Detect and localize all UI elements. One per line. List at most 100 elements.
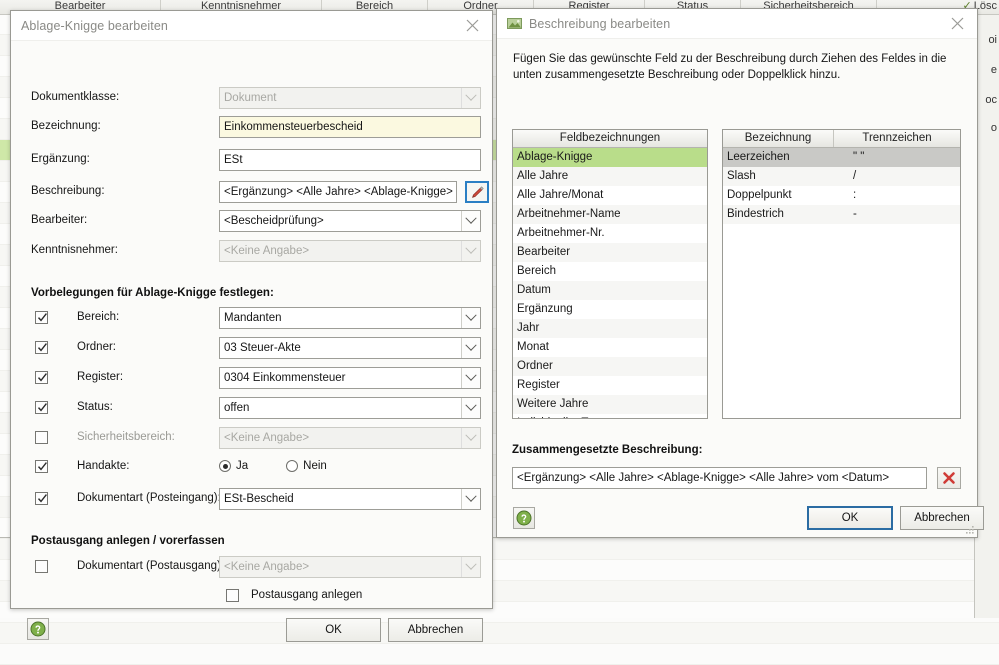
preset-checkbox-3[interactable]	[35, 401, 48, 414]
preset-checkbox-5[interactable]	[35, 460, 48, 473]
cancel-button[interactable]: Abbrechen	[388, 618, 483, 642]
help-button[interactable]	[513, 507, 535, 529]
separator-row[interactable]: Slash /	[723, 167, 960, 186]
chevron-down-icon[interactable]	[461, 241, 480, 261]
chevron-down-icon[interactable]	[461, 557, 480, 577]
separator-char: " "	[853, 151, 865, 163]
preset-checkbox-1[interactable]	[35, 341, 48, 354]
radio-icon-nein	[286, 460, 299, 472]
outbox-doctype-value: <Keine Angabe>	[224, 561, 310, 573]
preset-label-4: Sicherheitsbereich:	[77, 431, 175, 443]
field-list-item[interactable]: Ordner	[513, 357, 707, 376]
preset-combo-6[interactable]: ESt-Bescheid	[219, 488, 481, 510]
field-label-1: Bezeichnung:	[31, 120, 101, 132]
preset-value-1: 03 Steuer-Akte	[224, 342, 301, 354]
separators-header: Bezeichnung Trennzeichen	[723, 130, 960, 148]
ok-button[interactable]: OK	[286, 618, 381, 642]
preset-label-6: Dokumentart (Posteingang):	[77, 492, 221, 504]
resize-grip[interactable]	[964, 524, 975, 535]
separator-row[interactable]: Bindestrich -	[723, 205, 960, 224]
instruction-text: Fügen Sie das gewünschte Feld zu der Bes…	[513, 53, 947, 81]
edit-description-button[interactable]	[465, 181, 489, 203]
field-list-item[interactable]: Weitere Jahre	[513, 395, 707, 414]
preset-checkbox-2[interactable]	[35, 371, 48, 384]
help-button[interactable]	[27, 618, 49, 640]
preset-combo-0[interactable]: Mandanten	[219, 307, 481, 329]
close-icon[interactable]	[937, 9, 977, 37]
field-input-0[interactable]: Dokument	[219, 87, 481, 109]
close-icon[interactable]	[452, 11, 492, 39]
chevron-down-icon[interactable]	[461, 489, 480, 509]
preset-combo-4[interactable]: <Keine Angabe>	[219, 427, 481, 449]
outbox-section-heading: Postausgang anlegen / vorerfassen	[31, 535, 225, 547]
handakte-radio-group: Ja Nein	[219, 460, 327, 472]
field-input-5[interactable]: <Keine Angabe>	[219, 240, 481, 262]
create-outbox-checkbox[interactable]	[226, 589, 239, 602]
description-icon	[507, 16, 523, 31]
preset-value-0: Mandanten	[224, 312, 282, 324]
clear-description-button[interactable]	[937, 467, 961, 489]
preset-label-1: Ordner:	[77, 341, 116, 353]
field-list-item[interactable]: Alle Jahre/Monat	[513, 186, 707, 205]
chevron-down-icon[interactable]	[461, 428, 480, 448]
field-list-item[interactable]: Arbeitnehmer-Nr.	[513, 224, 707, 243]
background-text-fragment: e	[990, 64, 997, 76]
field-value-2: ESt	[224, 154, 243, 166]
field-label-3: Beschreibung:	[31, 185, 105, 197]
separator-char: -	[853, 208, 857, 220]
composite-description-label: Zusammengesetzte Beschreibung:	[512, 444, 703, 456]
field-list-item[interactable]: Bereich	[513, 262, 707, 281]
preset-combo-2[interactable]: 0304 Einkommensteuer	[219, 367, 481, 389]
preset-combo-3[interactable]: offen	[219, 397, 481, 419]
preset-label-3: Status:	[77, 401, 113, 413]
field-list-item[interactable]: Alle Jahre	[513, 167, 707, 186]
separator-name: Doppelpunkt	[727, 189, 792, 201]
chevron-down-icon[interactable]	[461, 398, 480, 418]
preset-combo-1[interactable]: 03 Steuer-Akte	[219, 337, 481, 359]
field-list-item[interactable]: Jahr	[513, 319, 707, 338]
radio-option-ja[interactable]: Ja	[219, 460, 248, 472]
field-list-item[interactable]: Ablage-Knigge	[513, 148, 707, 167]
field-input-1[interactable]: Einkommensteuerbescheid	[219, 116, 481, 138]
field-input-3[interactable]: <Ergänzung> <Alle Jahre> <Ablage-Knigge>…	[219, 181, 457, 203]
field-value-0: Dokument	[224, 92, 277, 104]
outbox-doctype-combo[interactable]: <Keine Angabe>	[219, 556, 481, 578]
field-list-item[interactable]: Individueller Text ...	[513, 414, 707, 418]
field-list-item[interactable]: Bearbeiter	[513, 243, 707, 262]
chevron-down-icon[interactable]	[461, 338, 480, 358]
background-row[interactable]	[0, 623, 999, 644]
composite-description-value: <Ergänzung> <Alle Jahre> <Ablage-Knigge>…	[517, 472, 890, 484]
chevron-down-icon[interactable]	[461, 211, 480, 231]
preset-checkbox-6[interactable]	[35, 492, 48, 505]
field-names-listbox[interactable]: Feldbezeichnungen Ablage-Knigge Alle Jahre…	[512, 129, 708, 419]
separator-row[interactable]: Leerzeichen " "	[723, 148, 960, 167]
preset-checkbox-0[interactable]	[35, 311, 48, 324]
field-list-item[interactable]: Ergänzung	[513, 300, 707, 319]
field-list-item[interactable]: Datum	[513, 281, 707, 300]
field-input-2[interactable]: ESt	[219, 149, 481, 171]
background-row[interactable]	[0, 644, 999, 665]
separator-row[interactable]: Doppelpunkt:	[723, 186, 960, 205]
field-label-0: Dokumentklasse:	[31, 91, 120, 103]
field-value-1: Einkommensteuerbescheid	[224, 121, 363, 133]
field-list-item[interactable]: Arbeitnehmer-Name	[513, 205, 707, 224]
composite-description-input[interactable]: <Ergänzung> <Alle Jahre> <Ablage-Knigge>…	[512, 467, 927, 489]
chevron-down-icon[interactable]	[461, 308, 480, 328]
dialog-title-bar: Beschreibung bearbeiten	[497, 9, 977, 39]
field-input-4[interactable]: <Bescheidprüfung>	[219, 210, 481, 232]
preset-label-5: Handakte:	[77, 460, 130, 472]
chevron-down-icon[interactable]	[461, 88, 480, 108]
field-list-item[interactable]: Register	[513, 376, 707, 395]
field-label-2: Ergänzung:	[31, 153, 90, 165]
outbox-doctype-checkbox[interactable]	[35, 560, 48, 573]
radio-option-nein[interactable]: Nein	[286, 460, 327, 472]
separator-name: Leerzeichen	[727, 151, 790, 163]
preset-checkbox-4[interactable]	[35, 431, 48, 444]
preset-value-3: offen	[224, 402, 250, 414]
chevron-down-icon[interactable]	[461, 368, 480, 388]
create-outbox-label: Postausgang anlegen	[251, 589, 363, 601]
separators-listbox[interactable]: Bezeichnung Trennzeichen Leerzeichen " " Sla…	[722, 129, 961, 419]
ok-button[interactable]: OK	[807, 506, 893, 530]
field-list-item[interactable]: Monat	[513, 338, 707, 357]
radio-icon-ja	[219, 460, 231, 472]
